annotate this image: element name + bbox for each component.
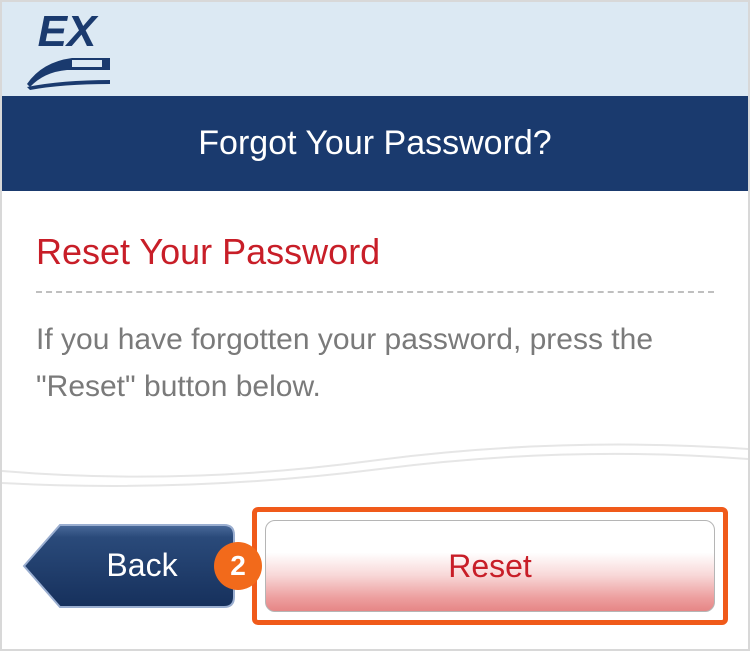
back-button[interactable]: Back 2 (18, 521, 238, 611)
page-title-bar: Forgot Your Password? (2, 96, 748, 191)
train-icon (22, 52, 112, 92)
page-title: Forgot Your Password? (198, 124, 551, 162)
reset-button[interactable]: Reset (265, 520, 715, 612)
content-area: Reset Your Password If you have forgotte… (2, 191, 748, 431)
logo-bar: EX (2, 2, 748, 96)
divider (36, 291, 714, 293)
step-badge: 2 (214, 542, 262, 590)
button-row: Back 2 Reset (2, 491, 748, 649)
step-number: 2 (230, 550, 246, 582)
reset-button-label: Reset (448, 548, 532, 585)
back-button-label: Back (106, 547, 177, 584)
app-container: EX Forgot Your Password? Reset Your Pass… (0, 0, 750, 651)
app-logo: EX (22, 10, 112, 92)
content-subtitle: Reset Your Password (36, 231, 714, 273)
reset-highlight-box: Reset (252, 507, 728, 625)
content-description: If you have forgotten your password, pre… (36, 317, 714, 410)
wave-divider (2, 441, 748, 491)
logo-text: EX (38, 10, 97, 54)
